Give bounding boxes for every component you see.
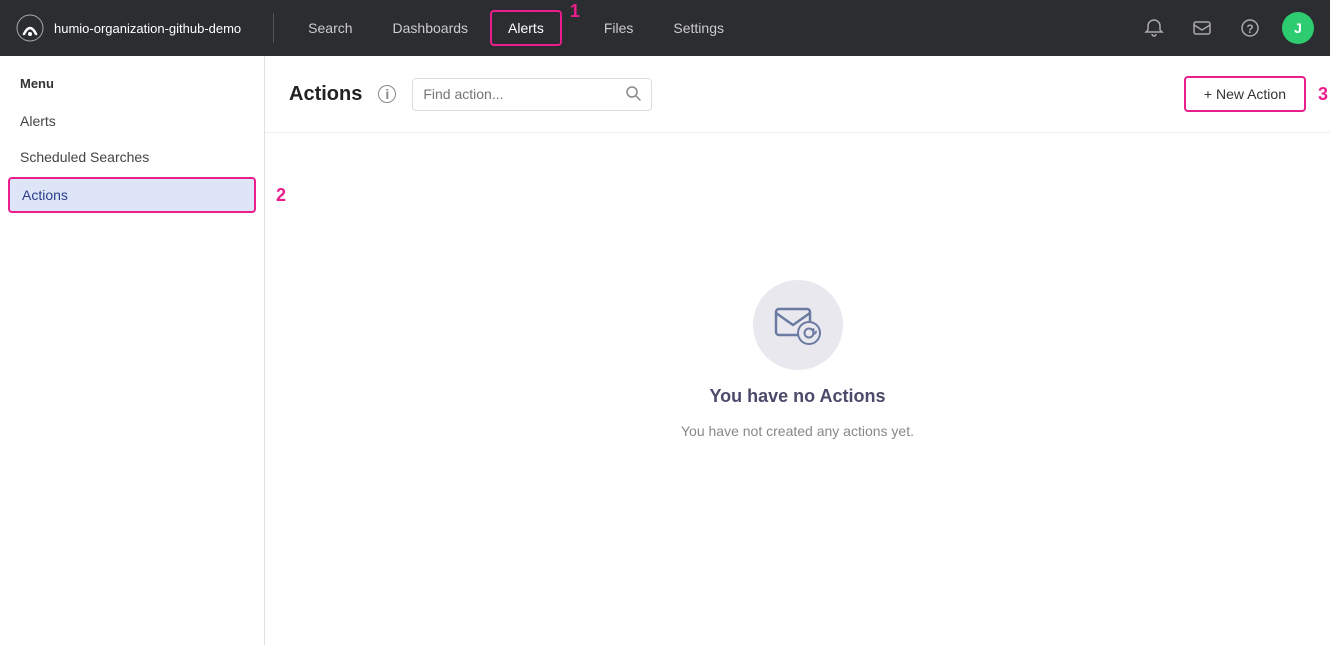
help-icon[interactable]: ?	[1234, 12, 1266, 44]
annotation-3: 3	[1318, 85, 1328, 103]
nav-divider	[273, 13, 274, 43]
annotation-2: 2	[276, 186, 286, 204]
layout: Menu Alerts Scheduled Searches Actions 2…	[0, 56, 1330, 645]
nav-files[interactable]: Files	[586, 10, 652, 46]
nav-settings[interactable]: Settings	[655, 10, 742, 46]
nav-dashboards[interactable]: Dashboards	[375, 10, 487, 46]
nav-alerts[interactable]: Alerts	[490, 10, 562, 46]
info-icon[interactable]: i	[378, 85, 396, 103]
humio-logo-icon	[16, 14, 44, 42]
sidebar-item-actions[interactable]: Actions	[8, 177, 256, 213]
main-content: Actions i + New Action 3	[265, 56, 1330, 645]
main-header: Actions i + New Action 3	[265, 56, 1330, 133]
logo-area[interactable]: humio-organization-github-demo	[16, 14, 257, 42]
topnav-right: ? J	[1138, 12, 1314, 44]
new-action-button[interactable]: + New Action	[1184, 76, 1306, 112]
messages-icon[interactable]	[1186, 12, 1218, 44]
page-title: Actions	[289, 83, 362, 106]
search-input[interactable]	[423, 86, 617, 102]
notifications-icon[interactable]	[1138, 12, 1170, 44]
user-avatar[interactable]: J	[1282, 12, 1314, 44]
search-icon	[625, 85, 641, 104]
annotation-1: 1	[570, 2, 580, 20]
sidebar-menu-label: Menu	[0, 76, 264, 103]
email-action-icon	[774, 305, 822, 345]
topnav: humio-organization-github-demo Search Da…	[0, 0, 1330, 56]
sidebar-item-alerts[interactable]: Alerts	[0, 103, 264, 139]
empty-state-subtitle: You have not created any actions yet.	[681, 423, 914, 439]
nav-search[interactable]: Search	[290, 10, 370, 46]
org-name: humio-organization-github-demo	[54, 21, 241, 36]
nav-links: Search Dashboards Alerts 1 Files Setting…	[290, 10, 1138, 46]
empty-state: You have no Actions You have not created…	[265, 133, 1330, 645]
empty-state-icon-circle	[753, 280, 843, 370]
svg-text:?: ?	[1246, 22, 1253, 36]
search-box	[412, 78, 652, 111]
sidebar: Menu Alerts Scheduled Searches Actions 2	[0, 56, 265, 645]
empty-state-title: You have no Actions	[709, 386, 885, 407]
sidebar-item-scheduled-searches[interactable]: Scheduled Searches	[0, 139, 264, 175]
